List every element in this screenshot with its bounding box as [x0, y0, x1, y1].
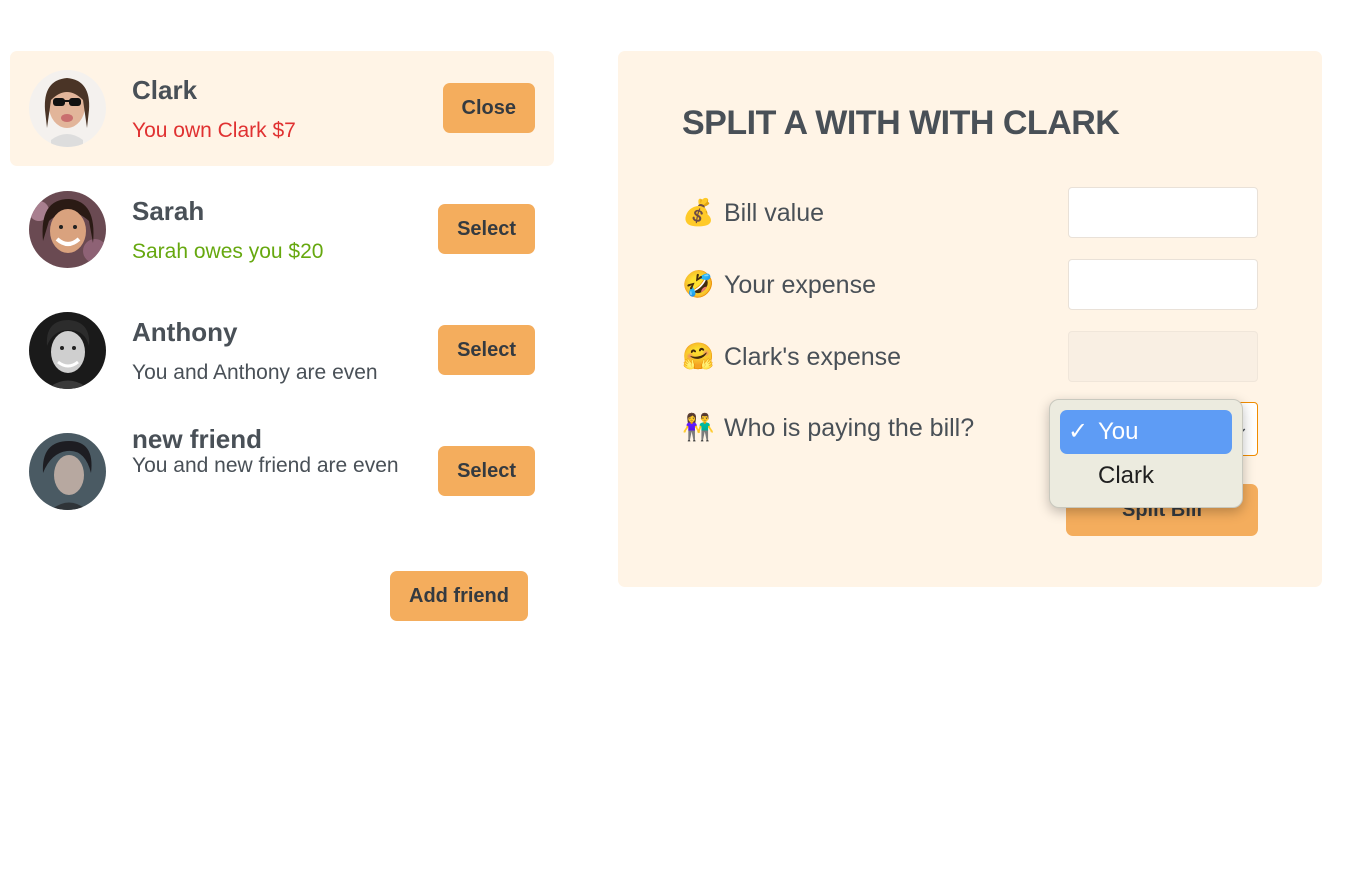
bill-value-row: 💰 Bill value [682, 187, 1258, 239]
option-label: You [1098, 418, 1139, 445]
friend-name: Sarah [132, 196, 205, 226]
friend-balance-status: You and Anthony are even [132, 361, 378, 384]
avatar-anthony [29, 312, 106, 389]
check-icon: ✓ [1068, 418, 1089, 445]
add-friend-button[interactable]: Add friend [390, 571, 528, 621]
hugging-face-icon: 🤗 [682, 341, 715, 371]
friend-name: Anthony [132, 317, 238, 347]
money-bag-icon: 💰 [682, 197, 715, 227]
avatar-new-friend [29, 433, 106, 510]
your-expense-input[interactable] [1068, 259, 1258, 310]
avatar-clark [29, 70, 106, 147]
bill-value-label: Bill value [724, 199, 825, 227]
friend-balance-status: You own Clark $7 [132, 119, 296, 142]
friend-item-sarah: Sarah Sarah owes you $20 Select [10, 172, 554, 287]
close-button[interactable]: Close [442, 83, 535, 133]
friend-item-new-friend: new friend You and new friend are even S… [10, 414, 554, 529]
couple-icon: 👫 [682, 412, 715, 442]
select-friend-button[interactable]: Select [438, 204, 535, 254]
friends-list: Clark You own Clark $7 Close Sarah Sarah… [10, 51, 554, 529]
payer-option-you[interactable]: ✓ You [1060, 410, 1232, 454]
avatar-sarah [29, 191, 106, 268]
laughing-face-icon: 🤣 [682, 269, 715, 299]
friend-name: Clark [132, 75, 198, 105]
select-friend-button[interactable]: Select [438, 325, 535, 375]
your-expense-row: 🤣 Your expense [682, 259, 1258, 311]
friend-item-clark: Clark You own Clark $7 Close [10, 51, 554, 166]
option-label: Clark [1098, 462, 1155, 489]
friend-expense-label: Clark's expense [724, 343, 902, 371]
bill-value-input[interactable] [1068, 187, 1258, 238]
friend-balance-status: Sarah owes you $20 [132, 240, 324, 263]
friend-balance-status: You and new friend are even [132, 454, 399, 477]
friend-name: new friend [132, 424, 263, 454]
friend-expense-row: 🤗 Clark's expense [682, 331, 1258, 383]
friend-item-anthony: Anthony You and Anthony are even Select [10, 293, 554, 408]
friend-expense-input [1068, 331, 1258, 382]
select-friend-button[interactable]: Select [438, 446, 535, 496]
payer-label: Who is paying the bill? [724, 414, 975, 442]
payer-option-clark[interactable]: Clark [1060, 454, 1232, 498]
payer-dropdown-menu: ✓ You Clark [1049, 399, 1243, 508]
your-expense-label: Your expense [724, 271, 876, 299]
form-title: SPLIT A WITH WITH CLARK [682, 104, 1120, 142]
